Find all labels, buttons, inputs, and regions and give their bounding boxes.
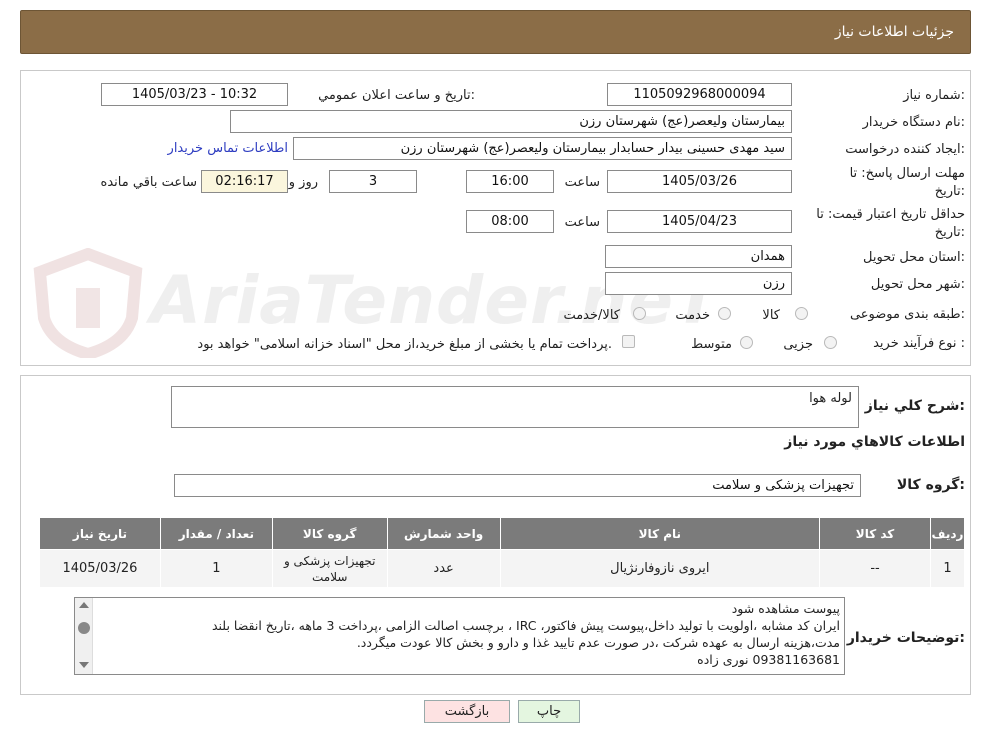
buyer-notes-line: 09381163681 نوری زاده	[697, 652, 840, 667]
validity-date-field: 1405/04/23	[607, 210, 792, 233]
category-label: طبقه بندی موضوعی:	[849, 307, 965, 322]
deadline-time-field: 16:00	[466, 170, 554, 193]
goods-group-label: گروه کالا:	[896, 477, 965, 493]
goods-group-field: تجهیزات پزشکی و سلامت	[174, 474, 861, 497]
province-field: همدان	[605, 245, 792, 268]
print-button[interactable]: چاپ	[518, 700, 580, 723]
buyer-notes-line: پیوست مشاهده شود	[731, 601, 840, 616]
deadline-time-label: ساعت	[564, 175, 600, 190]
buyer-notes-textarea[interactable]: پیوست مشاهده شود ایران کد مشابه ،اولویت …	[74, 597, 845, 675]
creator-label: ایجاد کننده درخواست:	[845, 142, 965, 157]
buyer-org-label: نام دستگاه خریدار:	[862, 115, 965, 130]
cell-unit: عدد	[386, 549, 501, 588]
need-number-field: 1105092968000094	[607, 83, 792, 106]
col-need-date: تاریخ نیاز	[39, 517, 161, 550]
col-unit: واحد شمارش	[386, 517, 501, 550]
validity-label-2: تاریخ:	[934, 225, 965, 240]
deadline-label-2: تاریخ:	[934, 184, 965, 199]
back-button[interactable]: بازگشت	[424, 700, 510, 723]
goods-table: تاریخ نیاز تعداد / مقدار گروه کالا واحد …	[39, 517, 966, 588]
scroll-thumb[interactable]	[78, 622, 90, 634]
goods-info-title: اطلاعات کالاهاي مورد نياز	[784, 434, 965, 450]
col-row-number: ردیف	[929, 517, 966, 550]
page-header: جزئیات اطلاعات نیاز	[20, 10, 971, 54]
category-goods-radio[interactable]	[795, 307, 808, 320]
validity-time-label: ساعت	[564, 215, 600, 230]
category-goods-service-label: کالا/خدمت	[563, 308, 620, 323]
process-type-label: نوع فرآیند خرید :	[873, 336, 965, 351]
table-row: 1405/03/26 1 تجهیزات پزشکی و سلامت عدد ا…	[39, 549, 966, 588]
watermark-shield-icon	[33, 248, 143, 358]
creator-field: سید مهدی حسینی بیدار حسابدار بیمارستان و…	[293, 137, 792, 160]
remaining-time-label: ساعت باقي مانده	[100, 175, 197, 190]
treasury-payment-note: پرداخت تمام یا بخشی از مبلغ خرید،از محل …	[197, 337, 612, 352]
buyer-notes-label: توضیحات خریدار:	[846, 630, 965, 646]
process-medium-radio[interactable]	[740, 336, 753, 349]
cell-need-date: 1405/03/26	[39, 549, 161, 588]
scroll-up-icon[interactable]	[79, 602, 89, 608]
buyer-notes-line: ایران کد مشابه ،اولویت با تولید داخل،پیو…	[211, 618, 840, 633]
cell-goods-group: تجهیزات پزشکی و سلامت	[271, 549, 388, 588]
category-goods-label: کالا	[762, 308, 780, 323]
col-goods-code: کد کالا	[819, 517, 931, 550]
description-textarea[interactable]: لوله هوا	[171, 386, 859, 428]
category-service-label: خدمت	[675, 308, 710, 323]
city-label: شهر محل تحویل:	[870, 277, 965, 292]
buyer-notes-line: مدت،هزینه ارسال به عهده شرکت ،در صورت عد…	[356, 635, 840, 650]
cell-goods-code: --	[819, 549, 931, 588]
description-label: شرح کلي نياز:	[864, 398, 965, 414]
category-goods-service-radio[interactable]	[633, 307, 646, 320]
col-goods-group: گروه کالا	[271, 517, 388, 550]
process-minor-radio[interactable]	[824, 336, 837, 349]
deadline-date-field: 1405/03/26	[607, 170, 792, 193]
remaining-time-field: 02:16:17	[201, 170, 288, 193]
buyer-org-field: بیمارستان ولیعصر(عج) شهرستان رزن	[230, 110, 792, 133]
col-goods-name: نام کالا	[499, 517, 821, 550]
cell-goods-name: ایروی نازوفارنژیال	[499, 549, 821, 588]
col-quantity: تعداد / مقدار	[159, 517, 273, 550]
cell-row-number: 1	[929, 549, 966, 588]
city-field: رزن	[605, 272, 792, 295]
page-title: جزئیات اطلاعات نیاز	[834, 24, 954, 40]
deadline-label-1: مهلت ارسال پاسخ: تا	[849, 166, 965, 181]
goods-table-header-row: تاریخ نیاز تعداد / مقدار گروه کالا واحد …	[39, 517, 966, 550]
announce-label: تاریخ و ساعت اعلان عمومي:	[318, 88, 475, 103]
announce-datetime-field: 1405/03/23 - 10:32	[101, 83, 288, 106]
treasury-payment-checkbox[interactable]	[622, 335, 635, 348]
category-service-radio[interactable]	[718, 307, 731, 320]
process-minor-label: جزیی	[783, 337, 813, 352]
days-label: روز و	[288, 175, 318, 190]
need-number-label: شماره نیاز:	[903, 88, 965, 103]
buyer-contact-link[interactable]: اطلاعات تماس خریدار	[168, 141, 288, 156]
process-medium-label: متوسط	[691, 337, 732, 352]
validity-label-1: حداقل تاریخ اعتبار قیمت: تا	[816, 207, 965, 222]
validity-time-field: 08:00	[466, 210, 554, 233]
days-remaining-field: 3	[329, 170, 417, 193]
scroll-down-icon[interactable]	[79, 662, 89, 668]
province-label: استان محل تحویل:	[863, 250, 965, 265]
description-text: لوله هوا	[809, 391, 852, 406]
notes-scrollbar[interactable]	[75, 598, 93, 674]
cell-quantity: 1	[159, 549, 273, 588]
